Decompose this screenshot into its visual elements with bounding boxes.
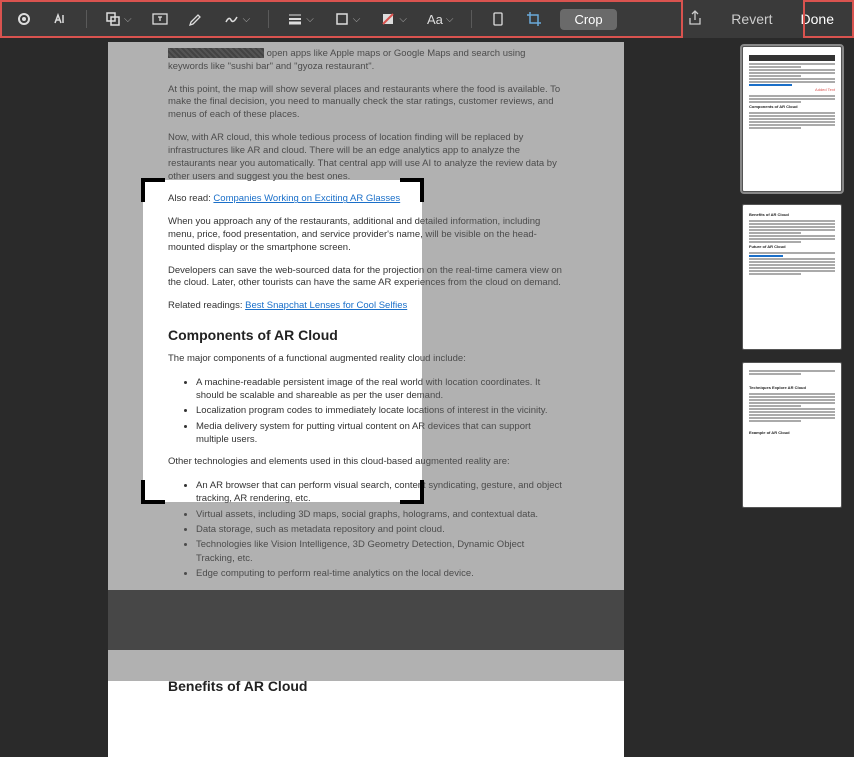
thumbnail-sidebar: Added Text Components of AR Cloud Benefi… [732, 38, 854, 757]
paragraph-text: Developers can save the web-sourced data… [168, 265, 564, 291]
article-link[interactable]: Companies Working on Exciting AR Glasses [213, 193, 400, 204]
markup-tool-icon[interactable] [46, 6, 74, 32]
font-tool[interactable]: Aa [421, 6, 460, 32]
list-item: Data storage, such as metadata repositor… [196, 523, 564, 536]
toolbar-divider [268, 10, 269, 28]
list-item: Virtual assets, including 3D maps, socia… [196, 508, 564, 521]
list-item: A machine-readable persistent image of t… [196, 376, 564, 403]
crop-handle-tl[interactable] [141, 178, 165, 202]
crop-tool-icon[interactable] [520, 6, 548, 32]
revert-button[interactable]: Revert [721, 7, 782, 31]
text-box-tool-icon[interactable] [146, 6, 174, 32]
list-item: Localization program codes to immediatel… [196, 404, 564, 417]
thumb-heading: Techniques Explore AR Cloud [749, 386, 835, 391]
redacted-text [168, 48, 264, 58]
shapes-tool[interactable] [99, 6, 138, 32]
thumb-heading: Benefits of AR Cloud [749, 213, 835, 218]
crop-button[interactable]: Crop [560, 9, 616, 30]
stroke-color-tool[interactable] [328, 6, 367, 32]
page-gap [108, 590, 624, 650]
signature-tool[interactable] [218, 6, 257, 32]
thumb-annotation-label: Added Text [749, 88, 835, 93]
page-thumbnail-2[interactable]: Benefits of AR Cloud Future of AR Cloud [742, 204, 842, 350]
toolbar: Aa Crop Revert Done [0, 0, 854, 38]
paragraph-text: Also read: [168, 193, 213, 204]
section-heading: Benefits of AR Cloud [168, 678, 564, 694]
crop-handle-bl[interactable] [141, 480, 165, 504]
line-weight-tool[interactable] [281, 6, 320, 32]
document-page: open apps like Apple maps or Google Maps… [108, 42, 624, 757]
crop-dim-overlay [108, 180, 143, 502]
component-list: A machine-readable persistent image of t… [196, 376, 564, 446]
page-thumbnail-3[interactable]: Techniques Explore AR Cloud Example of A… [742, 362, 842, 508]
toolbar-divider [471, 10, 472, 28]
list-item: Edge computing to perform real-time anal… [196, 567, 564, 580]
thumb-heading: Components of AR Cloud [749, 105, 835, 110]
record-tool-icon[interactable] [10, 6, 38, 32]
paragraph-text: The major components of a functional aug… [168, 353, 564, 366]
paragraph-text: Now, with AR cloud, this whole tedious p… [168, 132, 564, 183]
paragraph-text: When you approach any of the restaurants… [168, 216, 564, 254]
article-link[interactable]: Best Snapchat Lenses for Cool Selfies [245, 300, 407, 311]
list-item: Technologies like Vision Intelligence, 3… [196, 538, 564, 565]
fill-color-tool[interactable] [374, 6, 413, 32]
paragraph-text: Related readings: [168, 300, 245, 311]
done-button[interactable]: Done [791, 7, 844, 31]
tech-list: An AR browser that can perform visual se… [196, 479, 564, 580]
thumb-heading: Example of AR Cloud [749, 431, 835, 436]
page-thumbnail-1[interactable]: Added Text Components of AR Cloud [742, 46, 842, 192]
rotate-tool-icon[interactable] [484, 6, 512, 32]
paragraph-text: Other technologies and elements used in … [168, 456, 564, 469]
canvas-area[interactable]: open apps like Apple maps or Google Maps… [0, 38, 732, 757]
thumb-heading: Future of AR Cloud [749, 245, 835, 250]
highlight-tool-icon[interactable] [182, 6, 210, 32]
toolbar-divider [86, 10, 87, 28]
section-heading: Components of AR Cloud [168, 327, 564, 343]
list-item: An AR browser that can perform visual se… [196, 479, 564, 506]
list-item: Media delivery system for putting virtua… [196, 420, 564, 447]
share-button[interactable] [677, 6, 713, 33]
paragraph-text: At this point, the map will show several… [168, 84, 564, 122]
